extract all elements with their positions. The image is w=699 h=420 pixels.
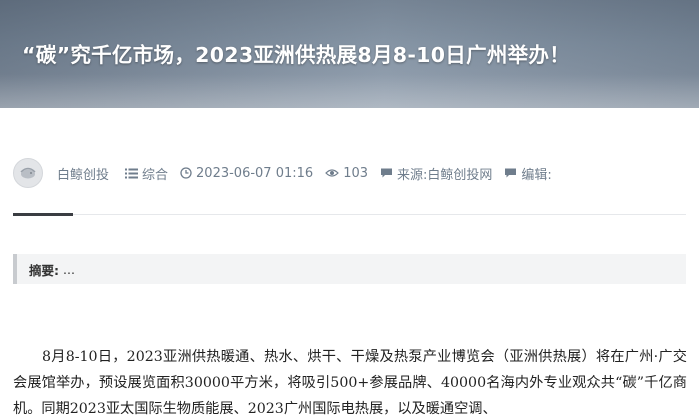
article-title: “碳”究千亿市场，2023亚洲供热展8月8-10日广州举办！	[22, 43, 571, 67]
whale-logo-icon	[20, 167, 36, 179]
author-avatar[interactable]	[13, 158, 43, 188]
publish-datetime: 2023-06-07 01:16	[196, 165, 314, 181]
summary-text: ...	[63, 261, 75, 277]
author-name[interactable]: 白鲸创投	[57, 164, 109, 183]
meta-divider	[13, 214, 686, 215]
hero-banner: “碳”究千亿市场，2023亚洲供热展8月8-10日广州举办！	[0, 0, 699, 108]
summary-label: 摘要:	[29, 262, 59, 278]
list-icon	[125, 168, 139, 178]
article-summary: 摘要: ...	[13, 254, 686, 284]
comment-icon	[505, 168, 517, 178]
clock-icon	[180, 167, 192, 179]
view-count-value: 103	[343, 165, 369, 181]
view-count: 103	[325, 166, 368, 181]
divider-accent-bar	[13, 213, 73, 216]
comment-icon	[381, 168, 393, 178]
category-link[interactable]: 综合	[125, 164, 168, 183]
editor-info: 编辑:	[504, 164, 552, 183]
source-info: 来源:白鲸创投网	[380, 164, 492, 183]
article-meta-bar: 白鲸创投 综合 2023-06-07 01:16 103 来源:白鲸创投网 编辑…	[13, 157, 699, 189]
author-link[interactable]: 白鲸创投	[57, 164, 109, 183]
eye-icon	[325, 169, 340, 177]
category-label[interactable]: 综合	[142, 164, 168, 183]
editor-text: 编辑:	[521, 167, 552, 183]
article-body-paragraph: 8月8-10日，2023亚洲供热暖通、热水、烘干、干燥及热泵产业博览会（亚洲供热…	[13, 349, 687, 417]
publish-time: 2023-06-07 01:16	[180, 166, 313, 181]
source-text: 来源:白鲸创投网	[397, 167, 493, 183]
